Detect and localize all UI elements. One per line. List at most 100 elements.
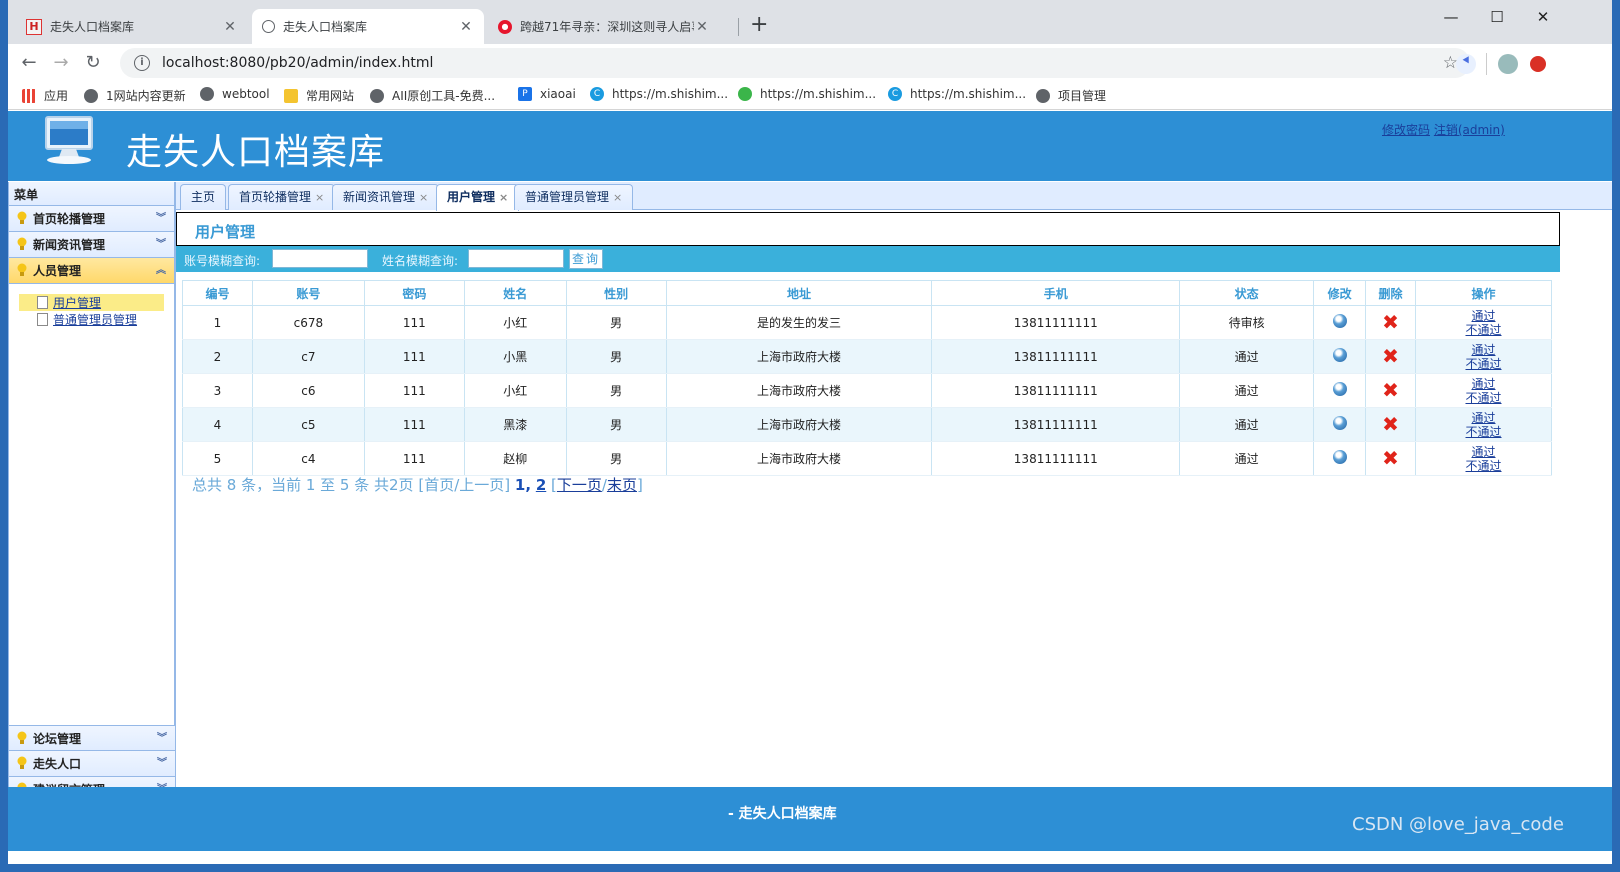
menu-section-carousel[interactable]: 首页轮播管理 ︾ bbox=[9, 206, 174, 232]
profile-avatar[interactable] bbox=[1498, 54, 1518, 74]
bookmark-item[interactable]: webtool bbox=[200, 87, 270, 101]
reject-link[interactable]: 不通过 bbox=[1416, 425, 1551, 439]
chevron-up-icon[interactable]: ︽ bbox=[156, 258, 166, 284]
tab-home[interactable]: 主页 bbox=[180, 184, 227, 210]
menu-section-forum[interactable]: 论坛管理 ︾ bbox=[9, 725, 175, 751]
menu-section-news[interactable]: 新闻资讯管理 ︾ bbox=[9, 232, 174, 258]
pagination: 总共 8 条，当前 1 至 5 条 共2页 [首页/上一页] 1, 2 [下一页… bbox=[192, 476, 643, 494]
reject-link[interactable]: 不通过 bbox=[1416, 459, 1551, 473]
approve-link[interactable]: 通过 bbox=[1416, 343, 1551, 357]
extension-icon[interactable]: ⯇ bbox=[1456, 54, 1476, 74]
cell-status: 通过 bbox=[1179, 339, 1315, 374]
close-tab-icon[interactable]: ✕ bbox=[222, 19, 238, 35]
cell-name: 黑漆 bbox=[463, 407, 567, 442]
tab-user-management[interactable]: 用户管理 × bbox=[436, 184, 520, 211]
approve-link[interactable]: 通过 bbox=[1416, 309, 1551, 323]
delete-icon[interactable]: ✖ bbox=[1382, 380, 1399, 400]
account-search-input[interactable] bbox=[272, 249, 368, 268]
new-tab-icon[interactable]: + bbox=[750, 12, 768, 37]
chevron-down-icon[interactable]: ︾ bbox=[157, 751, 167, 777]
forward-icon[interactable]: → bbox=[50, 52, 72, 74]
edit-icon[interactable] bbox=[1332, 314, 1347, 328]
browser-tab-1[interactable]: H 走失人口档案库 ✕ bbox=[16, 9, 248, 44]
close-tab-icon[interactable]: × bbox=[613, 191, 622, 204]
change-password-link[interactable]: 修改密码 bbox=[1382, 123, 1430, 137]
cell-gender: 男 bbox=[565, 305, 667, 340]
bookmark-folder[interactable]: 常用网站 bbox=[284, 87, 354, 104]
table-row: 4 c5 111 黑漆 男 上海市政府大楼 13811111111 通过 ✖ 通… bbox=[182, 407, 1552, 442]
logout-link[interactable]: 注销(admin) bbox=[1434, 123, 1505, 137]
cell-gender: 男 bbox=[565, 407, 667, 442]
page-2-link[interactable]: 2 bbox=[536, 476, 546, 494]
lightbulb-icon bbox=[17, 731, 27, 744]
bookmark-item[interactable]: Chttps://m.shishim... bbox=[888, 87, 1026, 101]
cell-account: c7 bbox=[251, 339, 365, 374]
name-search-input[interactable] bbox=[468, 249, 564, 268]
next-page-link[interactable]: 下一页 bbox=[557, 476, 602, 494]
reject-link[interactable]: 不通过 bbox=[1416, 391, 1551, 405]
bookmark-item[interactable]: https://m.shishim... bbox=[738, 87, 876, 101]
sidebar-item-user-management[interactable]: 用户管理 bbox=[19, 294, 164, 311]
bookmark-item[interactable]: Pxiaoai bbox=[518, 87, 576, 101]
last-page-link[interactable]: 末页 bbox=[607, 476, 637, 494]
edit-icon[interactable] bbox=[1332, 450, 1347, 464]
tab-admin-management[interactable]: 普通管理员管理 × bbox=[514, 184, 634, 210]
cell-name: 赵柳 bbox=[463, 441, 567, 476]
close-tab-icon[interactable]: ✕ bbox=[458, 19, 474, 35]
menu-section-people[interactable]: 人员管理 ︽ bbox=[9, 258, 174, 284]
column-header: 修改 bbox=[1313, 280, 1367, 306]
close-tab-icon[interactable]: × bbox=[315, 191, 324, 204]
update-alert-icon[interactable] bbox=[1530, 56, 1546, 72]
close-tab-icon[interactable]: × bbox=[499, 191, 508, 204]
chevron-down-icon[interactable]: ︾ bbox=[156, 232, 166, 258]
search-button[interactable]: 查询 bbox=[569, 249, 603, 269]
bookmark-item[interactable]: AII原创工具-免费... bbox=[370, 87, 495, 104]
edit-icon[interactable] bbox=[1332, 348, 1347, 362]
cell-address: 上海市政府大楼 bbox=[665, 441, 933, 476]
delete-icon[interactable]: ✖ bbox=[1382, 346, 1399, 366]
edit-icon[interactable] bbox=[1332, 382, 1347, 396]
tab-news[interactable]: 新闻资讯管理 × bbox=[332, 184, 440, 210]
tab-carousel[interactable]: 首页轮播管理 × bbox=[228, 184, 336, 210]
browser-tab-2[interactable]: 走失人口档案库 ✕ bbox=[252, 9, 484, 44]
bookmark-apps[interactable]: 应用 bbox=[22, 87, 68, 104]
browser-tab-title: 走失人口档案库 bbox=[50, 20, 135, 34]
chevron-down-icon[interactable]: ︾ bbox=[157, 726, 167, 752]
delete-icon[interactable]: ✖ bbox=[1382, 414, 1399, 434]
menu-section-missing-people[interactable]: 走失人口 ︾ bbox=[9, 751, 175, 777]
cell-delete: ✖ bbox=[1365, 305, 1417, 340]
browser-tab-3[interactable]: ● 跨越71年寻亲：深圳这则寻人启事 ✕ bbox=[488, 9, 720, 44]
reject-link[interactable]: 不通过 bbox=[1416, 323, 1551, 337]
url-text: localhost:8080/pb20/admin/index.html bbox=[162, 55, 434, 71]
close-tab-icon[interactable]: ✕ bbox=[694, 19, 710, 35]
delete-icon[interactable]: ✖ bbox=[1382, 312, 1399, 332]
reject-link[interactable]: 不通过 bbox=[1416, 357, 1551, 371]
bookmark-item[interactable]: 项目管理 bbox=[1036, 87, 1106, 104]
main-content: 主页 首页轮播管理 × 新闻资讯管理 × 用户管理 × 普通管理员管理 × 用户管理 账… bbox=[176, 182, 1612, 803]
info-icon[interactable]: i bbox=[134, 55, 150, 71]
bookmark-item[interactable]: Chttps://m.shishim... bbox=[590, 87, 728, 101]
cell-name: 小黑 bbox=[463, 339, 567, 374]
maximize-icon[interactable]: ☐ bbox=[1474, 4, 1520, 30]
address-bar[interactable]: i localhost:8080/pb20/admin/index.html ☆ bbox=[120, 48, 1470, 78]
column-header: 操作 bbox=[1415, 280, 1552, 306]
current-page: 1 bbox=[514, 476, 526, 494]
globe-icon bbox=[84, 88, 98, 103]
sidebar: 菜单 首页轮播管理 ︾ 新闻资讯管理 ︾ 人员管理 ︽ 用户管理 普通管理员管理… bbox=[8, 182, 176, 803]
window-close-icon[interactable]: ✕ bbox=[1520, 4, 1566, 30]
minimize-icon[interactable]: — bbox=[1428, 4, 1474, 30]
reload-icon[interactable]: ↻ bbox=[82, 52, 104, 74]
bookmark-item[interactable]: 1网站内容更新 bbox=[84, 87, 186, 104]
toolbar-divider bbox=[1486, 53, 1487, 75]
approve-link[interactable]: 通过 bbox=[1416, 411, 1551, 425]
chevron-down-icon[interactable]: ︾ bbox=[156, 206, 166, 232]
back-icon[interactable]: ← bbox=[18, 52, 40, 74]
edit-icon[interactable] bbox=[1332, 416, 1347, 430]
app-header: 走失人口档案库 修改密码 注销(admin) bbox=[8, 111, 1612, 181]
approve-link[interactable]: 通过 bbox=[1416, 445, 1551, 459]
approve-link[interactable]: 通过 bbox=[1416, 377, 1551, 391]
close-tab-icon[interactable]: × bbox=[419, 191, 428, 204]
cell-phone: 13811111111 bbox=[931, 441, 1181, 476]
sidebar-item-admin-management[interactable]: 普通管理员管理 bbox=[19, 311, 164, 328]
delete-icon[interactable]: ✖ bbox=[1382, 448, 1399, 468]
